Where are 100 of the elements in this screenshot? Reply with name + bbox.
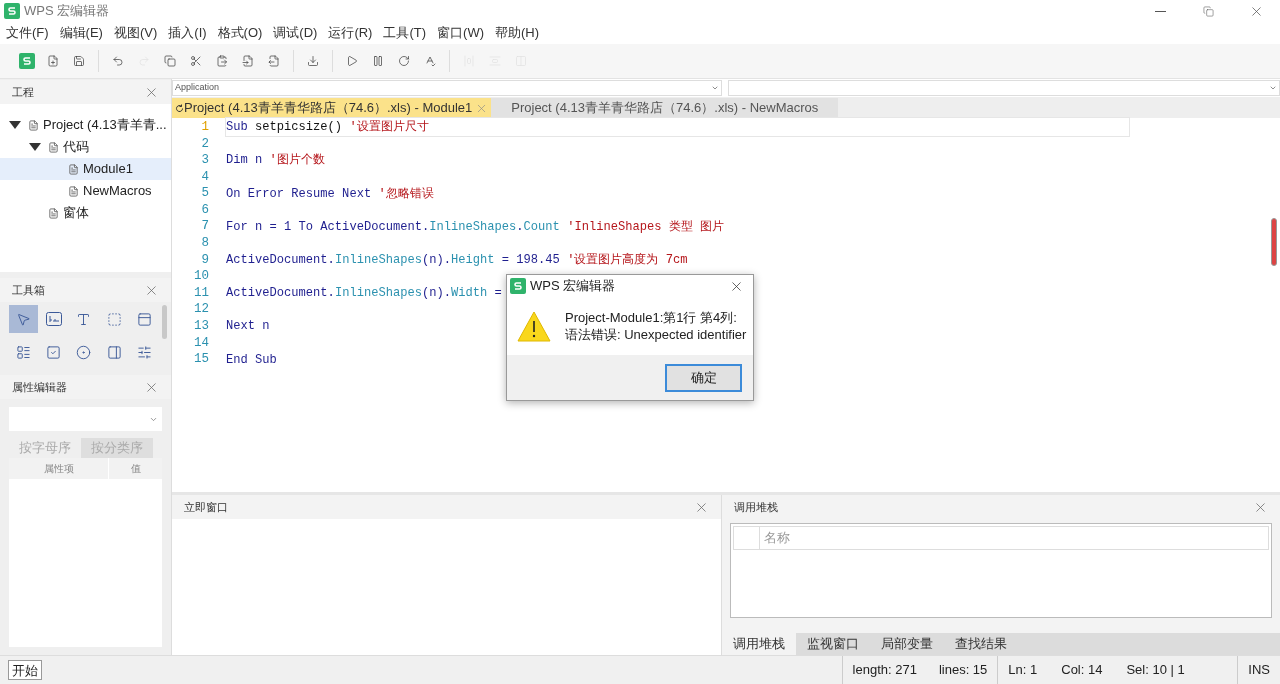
textbox-icon xyxy=(76,311,92,327)
lines-status: lines: 15 xyxy=(938,661,988,680)
column-header: 名称 xyxy=(763,529,790,547)
module-icon xyxy=(68,163,79,175)
code-line: ActiveDocument.InlineShapes(n).Height = 198.45 '设置图片高度为 7cm xyxy=(225,252,689,269)
line-number: 10 xyxy=(193,268,209,286)
length-status: length: 271 xyxy=(852,661,917,680)
panel-title: 属性编辑器 xyxy=(12,379,67,395)
tree-item[interactable]: 代码 xyxy=(0,136,171,158)
logo-icon xyxy=(510,278,526,294)
logo-icon xyxy=(4,3,20,19)
paste-icon xyxy=(216,55,228,67)
line-number: 1 xyxy=(200,118,209,136)
code-line: For n = 1 To ActiveDocument.InlineShapes.Count 'InlineShapes 类型 图片 xyxy=(225,218,725,236)
warning-icon xyxy=(517,310,551,342)
line-status: Ln: 1 xyxy=(1008,661,1038,680)
scrollbar-tool-icon xyxy=(106,345,122,360)
save-icon xyxy=(73,55,85,67)
object-dropdown[interactable]: Application xyxy=(172,80,722,96)
menu-item[interactable]: 调试(D) xyxy=(273,22,318,43)
column-status: Col: 14 xyxy=(1061,661,1103,680)
line-number: 2 xyxy=(200,135,209,153)
menu-item[interactable]: 视图(V) xyxy=(113,22,158,43)
bottom-tab[interactable]: 监视窗口 xyxy=(796,633,870,655)
editor-tab[interactable]: Project (4.13青羊青华路店（74.6）.xls) - NewMacros xyxy=(491,98,839,118)
undo-icon xyxy=(112,55,124,67)
tree-item[interactable]: NewMacros xyxy=(0,180,171,202)
code-line: Next n xyxy=(225,318,271,336)
error-message: 语法错误: Unexpected identifier xyxy=(565,326,747,343)
cut-icon xyxy=(190,55,202,67)
menu-item[interactable]: 格式(O) xyxy=(217,22,263,43)
menu-item[interactable]: 文件(F) xyxy=(6,22,49,43)
window-title: WPS 宏编辑器 xyxy=(24,2,110,21)
panel-title: 工程 xyxy=(12,84,34,100)
menu-item[interactable]: 帮助(H) xyxy=(495,22,540,43)
line-number: 6 xyxy=(200,201,209,219)
module-icon xyxy=(68,185,79,197)
list-tool-icon xyxy=(16,345,31,360)
line-number: 4 xyxy=(200,168,209,186)
menu-item[interactable]: 插入(I) xyxy=(168,22,207,43)
copy-icon xyxy=(164,55,176,67)
menu-item[interactable]: 窗口(W) xyxy=(437,22,484,43)
reset-icon xyxy=(398,55,410,67)
bottom-tab[interactable]: 查找结果 xyxy=(944,633,1018,655)
checkbox-tool-icon xyxy=(46,345,62,360)
menu-item[interactable]: 编辑(E) xyxy=(59,22,103,43)
wps-button[interactable] xyxy=(16,50,38,72)
scrollbar[interactable] xyxy=(162,305,167,339)
tree-item[interactable]: Project (4.13青羊青... xyxy=(0,114,171,136)
error-message: Project-Module1:第1行 第4列: xyxy=(565,309,738,326)
code-line: ActiveDocument.InlineShapes(n).Width = xyxy=(225,285,503,303)
logo-icon xyxy=(19,53,35,69)
scrollbar[interactable] xyxy=(1271,218,1277,266)
bottom-tab[interactable]: 局部变量 xyxy=(870,633,944,655)
editor-tab[interactable]: Project (4.13青羊青华路店（74.6）.xls) - Module1 xyxy=(172,98,492,118)
line-number: 14 xyxy=(193,334,209,352)
line-number: 9 xyxy=(200,251,209,269)
start-button[interactable]: 开始 xyxy=(8,660,42,680)
frame-icon xyxy=(136,311,152,327)
import-icon xyxy=(242,55,254,67)
pointer-icon xyxy=(16,311,31,327)
minimize-icon xyxy=(1154,10,1166,12)
spin-tool-icon xyxy=(136,345,152,360)
insert-mode-status: INS xyxy=(1248,661,1270,680)
column-header: 属性项 xyxy=(9,458,109,479)
line-number: 13 xyxy=(193,318,209,336)
line-number: 11 xyxy=(193,284,209,302)
pause-icon xyxy=(372,55,384,67)
code-line: Dim n '图片个数 xyxy=(225,152,326,170)
spell-check-icon xyxy=(424,55,436,67)
panel-title: 工具箱 xyxy=(12,282,45,298)
download-icon xyxy=(307,55,319,67)
button-tool-icon xyxy=(45,312,62,326)
expand-arrow-icon[interactable] xyxy=(29,143,41,151)
code-line: End Sub xyxy=(225,351,278,369)
panel-title: 立即窗口 xyxy=(184,499,228,515)
ok-button[interactable]: 确定 xyxy=(665,363,742,392)
bottom-tab[interactable]: 调用堆栈 xyxy=(722,633,796,655)
play-icon xyxy=(346,55,358,67)
code-line: On Error Resume Next '忽略错误 xyxy=(225,185,435,203)
line-number: 5 xyxy=(200,185,209,203)
module-icon xyxy=(48,141,59,153)
expand-arrow-icon[interactable] xyxy=(9,121,21,129)
menu-item[interactable]: 运行(R) xyxy=(328,22,373,43)
module-icon xyxy=(48,207,59,219)
restore-icon xyxy=(1202,5,1214,17)
line-number: 7 xyxy=(200,218,209,236)
dialog-title: WPS 宏编辑器 xyxy=(530,277,616,296)
line-number: 15 xyxy=(193,351,209,369)
export-icon xyxy=(268,55,280,67)
line-number: 8 xyxy=(200,235,209,253)
tree-item[interactable]: 窗体 xyxy=(0,202,171,224)
selection-status: Sel: 10 | 1 xyxy=(1126,661,1185,680)
line-number: 3 xyxy=(200,152,209,170)
menu-item[interactable]: 工具(T) xyxy=(383,22,427,43)
radio-tool-icon xyxy=(76,345,92,360)
tree-item[interactable]: Module1 xyxy=(0,158,171,180)
module-icon xyxy=(28,119,39,131)
line-number: 12 xyxy=(193,301,209,319)
label-tool-icon xyxy=(106,311,122,327)
